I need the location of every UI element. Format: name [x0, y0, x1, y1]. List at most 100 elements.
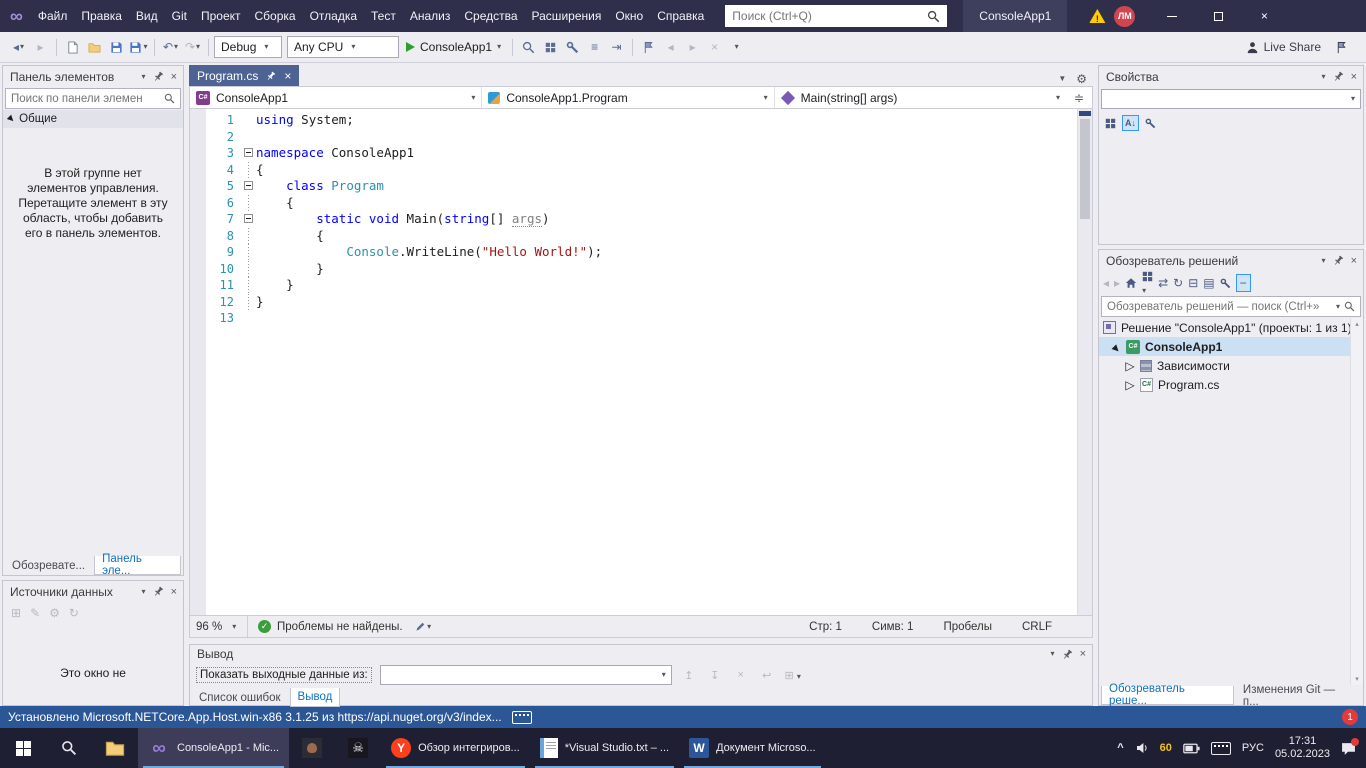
- status-char-number[interactable]: Симв: 1: [872, 621, 914, 633]
- scroll-down-icon[interactable]: ▾: [1355, 675, 1359, 683]
- tab-program-cs[interactable]: Program.cs ×: [189, 65, 299, 86]
- status-indentation[interactable]: Пробелы: [943, 621, 992, 633]
- back-icon[interactable]: ◂: [1103, 276, 1109, 290]
- close-button[interactable]: ×: [1241, 0, 1287, 32]
- code-line-2[interactable]: 2: [206, 129, 1077, 146]
- solution-configuration-dropdown[interactable]: Debug▾: [214, 36, 282, 58]
- menu-Файл[interactable]: Файл: [31, 0, 75, 32]
- solution-search-box[interactable]: ▾: [1101, 296, 1361, 317]
- solution-platform-dropdown[interactable]: Any CPU▾: [287, 36, 399, 58]
- categorized-view-icon[interactable]: [1105, 118, 1116, 129]
- pin-icon[interactable]: [1333, 255, 1344, 266]
- battery-icon[interactable]: [1183, 743, 1200, 754]
- output-windows-icon[interactable]: ⊞ ▾: [784, 669, 802, 682]
- bookmark-icon[interactable]: [638, 36, 659, 58]
- menu-Окно[interactable]: Окно: [608, 0, 650, 32]
- user-avatar[interactable]: ЛМ: [1114, 6, 1135, 27]
- tree-scrollbar[interactable]: ▴ ▾: [1350, 318, 1363, 685]
- chevron-down-icon[interactable]: ▾: [142, 588, 146, 596]
- status-line-endings[interactable]: CRLF: [1022, 621, 1052, 633]
- live-share-button[interactable]: Live Share: [1246, 40, 1321, 54]
- zoom-dropdown[interactable]: 96 %▾: [190, 616, 248, 637]
- pin-icon[interactable]: [1333, 71, 1344, 82]
- menu-Расширения[interactable]: Расширения: [525, 0, 609, 32]
- active-files-dropdown-icon[interactable]: ▼: [1058, 75, 1066, 83]
- previous-bookmark-icon[interactable]: ◂: [660, 36, 681, 58]
- tree-node-solution[interactable]: Решение "ConsoleApp1" (проекты: 1 из 1): [1099, 318, 1363, 337]
- forward-icon[interactable]: ▸: [1114, 276, 1120, 290]
- chevron-down-icon[interactable]: ▾: [1322, 73, 1326, 81]
- fold-collapse-icon[interactable]: [244, 148, 253, 157]
- warning-icon[interactable]: [1089, 9, 1105, 23]
- toolbox-search-input[interactable]: [11, 93, 164, 105]
- toolbox-group-general[interactable]: ▶ Общие: [3, 110, 183, 128]
- clear-bookmarks-icon[interactable]: ×: [704, 36, 725, 58]
- navigate-forward-icon[interactable]: ▸: [30, 36, 51, 58]
- chevron-down-icon[interactable]: ▾: [142, 73, 146, 81]
- clock[interactable]: 17:31 05.02.2023: [1275, 735, 1330, 761]
- quick-search-box[interactable]: [725, 5, 947, 27]
- taskbar-game[interactable]: [289, 728, 335, 768]
- chevron-down-icon[interactable]: ▾: [1051, 650, 1055, 658]
- code-line-13[interactable]: 13: [206, 310, 1077, 327]
- code-editor[interactable]: 1using System;23namespace ConsoleApp14{5…: [189, 109, 1093, 616]
- code-line-10[interactable]: 10 }: [206, 261, 1077, 278]
- code-line-12[interactable]: 12}: [206, 294, 1077, 311]
- type-dropdown[interactable]: ConsoleApp1.Program▾: [482, 87, 774, 108]
- toolbar-overflow-icon[interactable]: ▾: [726, 36, 747, 58]
- output-header[interactable]: Вывод ▾ ×: [190, 645, 1092, 663]
- pin-icon[interactable]: [1062, 649, 1073, 660]
- code-line-5[interactable]: 5 class Program: [206, 178, 1077, 195]
- code-line-4[interactable]: 4{: [206, 162, 1077, 179]
- taskbar-search-button[interactable]: [46, 728, 92, 768]
- window-options-gear-icon[interactable]: ⚙: [1076, 72, 1087, 86]
- taskbar-game2[interactable]: ☠: [335, 728, 381, 768]
- tab-solution-explorer[interactable]: Обозреватель реше...: [1101, 686, 1234, 705]
- open-file-icon[interactable]: [84, 36, 105, 58]
- properties-wrench-icon[interactable]: [1220, 278, 1231, 289]
- navigate-back-icon[interactable]: ◂▾: [8, 36, 29, 58]
- tree-node-program-cs[interactable]: ▷ C# Program.cs: [1099, 375, 1363, 394]
- tab-toolbox[interactable]: Панель эле...: [94, 556, 181, 575]
- code-line-9[interactable]: 9 Console.WriteLine("Hello World!");: [206, 244, 1077, 261]
- tree-node-dependencies[interactable]: ▷ Зависимости: [1099, 356, 1363, 375]
- pin-icon[interactable]: [266, 71, 276, 81]
- undo-icon[interactable]: ↶▾: [160, 36, 181, 58]
- menu-Сборка[interactable]: Сборка: [248, 0, 303, 32]
- menu-Git[interactable]: Git: [165, 0, 194, 32]
- save-all-icon[interactable]: ▾: [128, 36, 149, 58]
- close-icon[interactable]: ×: [284, 69, 291, 83]
- indent-icon[interactable]: ⇥: [606, 36, 627, 58]
- notification-center-icon[interactable]: [1341, 741, 1356, 756]
- pin-icon[interactable]: [153, 71, 164, 82]
- volume-icon[interactable]: [1135, 741, 1149, 755]
- fold-collapse-icon[interactable]: [244, 181, 253, 190]
- toolbox-header[interactable]: Панель элементов ▾ ×: [3, 66, 183, 87]
- preview-selected-items-icon[interactable]: −: [1236, 274, 1251, 292]
- health-status-text[interactable]: Проблемы не найдены.: [277, 621, 403, 633]
- close-icon[interactable]: ×: [1080, 648, 1086, 660]
- tree-node-project[interactable]: ▶ C# ConsoleApp1: [1099, 337, 1363, 356]
- redo-icon[interactable]: ↷▾: [182, 36, 203, 58]
- properties-object-dropdown[interactable]: ▾: [1101, 89, 1361, 109]
- find-in-files-icon[interactable]: [518, 36, 539, 58]
- solution-search-input[interactable]: [1107, 301, 1336, 313]
- keyboard-icon[interactable]: [512, 711, 532, 724]
- hidden-icons-chevron[interactable]: ^: [1117, 742, 1123, 754]
- battery-percent-text[interactable]: 60: [1160, 742, 1172, 754]
- menu-Отладка[interactable]: Отладка: [303, 0, 364, 32]
- sync-with-active-document-icon[interactable]: ⇄: [1158, 276, 1168, 290]
- health-check-icon[interactable]: ✓: [258, 620, 271, 633]
- taskbar-yandex-browser[interactable]: Y Обзор интегриров...: [381, 728, 530, 768]
- code-line-7[interactable]: 7 static void Main(string[] args): [206, 211, 1077, 228]
- code-suggestions-pencil-icon[interactable]: ▾: [413, 616, 434, 638]
- menu-Справка[interactable]: Справка: [650, 0, 711, 32]
- close-icon[interactable]: ×: [1351, 255, 1357, 267]
- taskbar-word[interactable]: W Документ Microso...: [679, 728, 826, 768]
- code-line-11[interactable]: 11 }: [206, 277, 1077, 294]
- minimize-button[interactable]: [1149, 0, 1195, 32]
- tab-git-changes[interactable]: Изменения Git — п...: [1236, 686, 1361, 705]
- edit-data-source-icon[interactable]: ✎: [30, 606, 40, 620]
- properties-window-icon[interactable]: [562, 36, 583, 58]
- close-icon[interactable]: ×: [171, 586, 177, 598]
